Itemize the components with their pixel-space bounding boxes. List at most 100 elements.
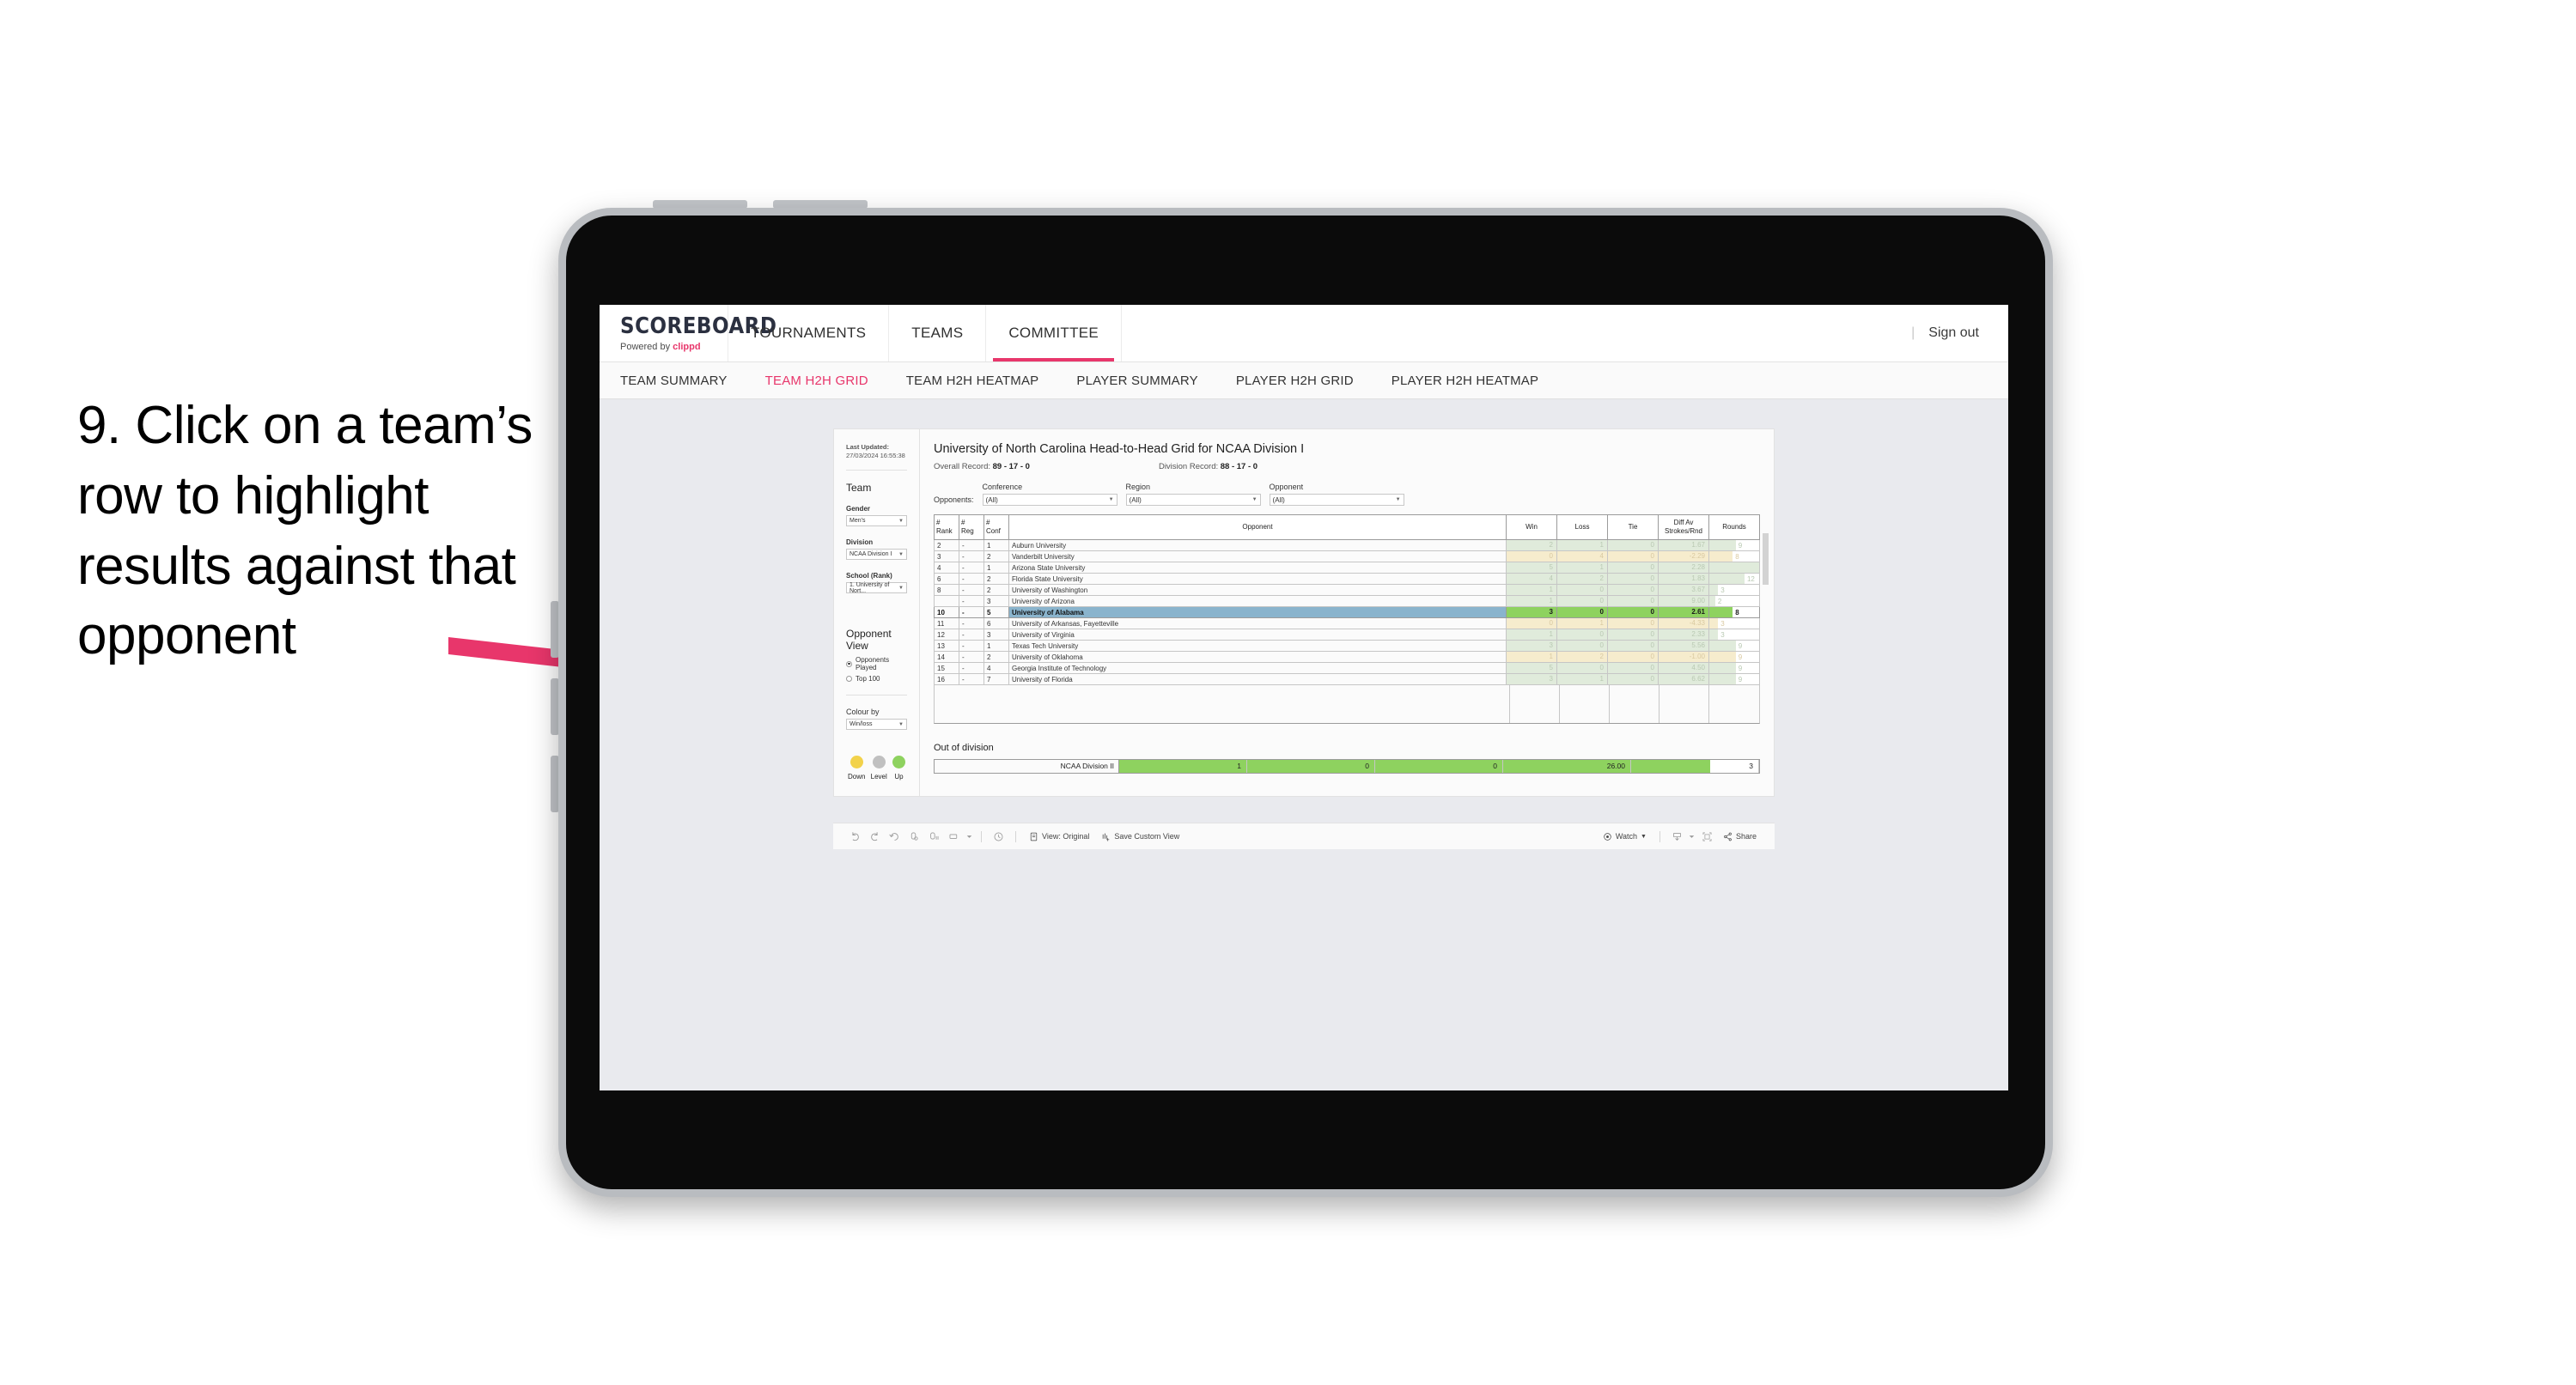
cell-conf: 2 [984,550,1009,562]
watch-button[interactable]: Watch ▼ [1597,832,1653,841]
division-filter: Division NCAA Division I ▼ [846,538,907,561]
nav-tab-tournaments[interactable]: TOURNAMENTS [728,305,890,361]
ood-rounds-bar [1631,760,1710,773]
subnav-tab-player-h2h-grid[interactable]: PLAYER H2H GRID [1217,374,1373,388]
table-row[interactable]: 10-5 University of Alabama 3 0 0 2.61 8 [934,606,1760,618]
top-right-actions: | Sign out [1911,305,2008,361]
col-tie: Tie [1607,514,1659,540]
cell-reg: - [959,562,984,574]
cell-loss: 0 [1556,629,1608,641]
table-row[interactable]: 15-4 Georgia Institute of Technology 5 0 0 4.… [934,662,1760,674]
colour-by-value: Win/loss [850,721,873,728]
sidebar-divider-2 [846,695,907,696]
cell-rank: 14 [934,651,959,663]
subnav-tab-player-summary[interactable]: PLAYER SUMMARY [1057,374,1216,388]
subnav-tab-team-h2h-heatmap[interactable]: TEAM H2H HEATMAP [887,374,1058,388]
col-rank: # Rank [934,514,959,540]
app-logo[interactable]: SCOREBOARD Powered by clippd [600,305,776,361]
school-select[interactable]: 1. University of Nort... ▼ [846,582,907,594]
subnav-tab-player-h2h-heatmap[interactable]: PLAYER H2H HEATMAP [1373,374,1557,388]
view-original-button[interactable]: View: Original [1023,832,1095,841]
table-row[interactable]: 11-6 University of Arkansas, Fayetteville… [934,617,1760,629]
division-select[interactable]: NCAA Division I ▼ [846,549,907,561]
col-conf: # Conf [984,514,1009,540]
opponent-select[interactable]: (All) ▼ [1269,494,1404,506]
watch-label: Watch [1615,832,1638,841]
cell-rank: 8 [934,584,959,596]
rounds-value: 9 [1738,542,1743,550]
division-record-value: 88 - 17 - 0 [1220,462,1258,471]
table-row[interactable]: 3-2 Vanderbilt University 0 4 0 -2.29 8 [934,550,1760,562]
radio-opponents-played[interactable]: Opponents Played [846,656,907,671]
download-icon[interactable] [1667,827,1687,847]
cell-tie: 0 [1607,562,1659,574]
table-row[interactable]: 14-2 University of Oklahoma 1 2 0 -1.00 9 [934,651,1760,663]
opponent-filters: Opponents: Conference (All) ▼ Region (Al… [934,483,1760,506]
chevron-down-icon[interactable] [964,827,974,847]
table-row[interactable]: 2-1 Auburn University 2 1 0 1.67 9 [934,539,1760,551]
nav-tab-committee[interactable]: COMMITTEE [986,305,1123,361]
gender-select[interactable]: Men’s ▼ [846,515,907,527]
radio-icon-selected [846,660,852,667]
region-select[interactable]: (All) ▼ [1125,494,1261,506]
save-custom-view-button[interactable]: Save Custom View [1095,832,1185,841]
table-row[interactable]: 12-3 University of Virginia 1 0 0 2.33 3 [934,629,1760,641]
cell-rank: 15 [934,662,959,674]
fullscreen-icon[interactable] [1697,827,1717,847]
primary-nav: TOURNAMENTS TEAMS COMMITTEE [728,305,1123,361]
cell-diff: -1.00 [1658,651,1709,663]
redo-icon[interactable] [865,827,885,847]
cell-rank: 2 [934,539,959,551]
history-icon[interactable] [989,827,1008,847]
rounds-bar [1709,551,1733,562]
cell-loss: 4 [1556,550,1608,562]
rounds-bar [1709,629,1719,640]
top-navigation-bar: SCOREBOARD Powered by clippd TOURNAMENTS… [600,305,2008,362]
rounds-bar [1709,641,1736,651]
cell-win: 3 [1506,673,1557,685]
table-row[interactable]: 6-2 Florida State University 4 2 0 1.83 12 [934,573,1760,585]
table-row[interactable]: 16-7 University of Florida 3 1 0 6.62 9 [934,673,1760,685]
col-reg-line1: # [961,519,965,526]
sign-out-link[interactable]: Sign out [1928,325,1979,341]
table-row[interactable]: 8-2 University of Washington 1 0 0 3.67 3 [934,584,1760,596]
cell-diff: 4.50 [1658,662,1709,674]
rounds-bar [1709,663,1736,673]
table-row[interactable]: -3 University of Arizona 1 0 0 9.00 2 [934,595,1760,607]
table-vertical-scrollbar[interactable] [1763,533,1769,585]
last-updated-label: Last Updated: [846,443,890,451]
subnav-tab-team-summary[interactable]: TEAM SUMMARY [620,374,746,388]
share-button[interactable]: Share [1717,832,1763,841]
ood-loss: 0 [1247,760,1375,773]
revert-icon[interactable] [885,827,904,847]
rounds-value: 3 [1720,620,1725,628]
nav-tab-teams[interactable]: TEAMS [889,305,987,361]
out-of-division-row[interactable]: NCAA Division II 1 0 0 26.00 3 [934,759,1760,774]
chevron-down-icon: ▼ [1641,833,1647,840]
table-row[interactable]: 4-1Arizona State University5102.2817 [934,562,1760,574]
share-label: Share [1735,832,1757,841]
region-value: (All) [1129,495,1142,504]
pause-auto-update-icon[interactable] [924,827,944,847]
undo-icon[interactable] [845,827,865,847]
colour-by-select[interactable]: Win/loss ▼ [846,719,907,731]
rectangle-select-icon[interactable] [944,827,964,847]
col-reg: # Reg [959,514,984,540]
cell-conf: 2 [984,584,1009,596]
region-label: Region [1125,483,1151,491]
rounds-value: 8 [1735,553,1739,561]
cell-opponent: University of Oklahoma [1008,651,1507,663]
chevron-down-icon: ▼ [1108,497,1114,502]
chevron-down-icon[interactable] [1687,827,1697,847]
legend-item-level: Level [871,756,887,781]
refresh-data-icon[interactable] [904,827,924,847]
col-rounds: Rounds [1708,514,1760,540]
conference-select[interactable]: (All) ▼ [982,494,1117,506]
table-row[interactable]: 13-1 Texas Tech University 3 0 0 5.56 9 [934,640,1760,652]
cell-reg: - [959,673,984,685]
subnav-tab-team-h2h-grid[interactable]: TEAM H2H GRID [746,374,887,388]
opponents-filter-label: Opponents: [934,495,974,504]
cell-opponent: Georgia Institute of Technology [1008,662,1507,674]
legend-label-down: Down [848,773,866,781]
radio-top-100[interactable]: Top 100 [846,675,907,683]
